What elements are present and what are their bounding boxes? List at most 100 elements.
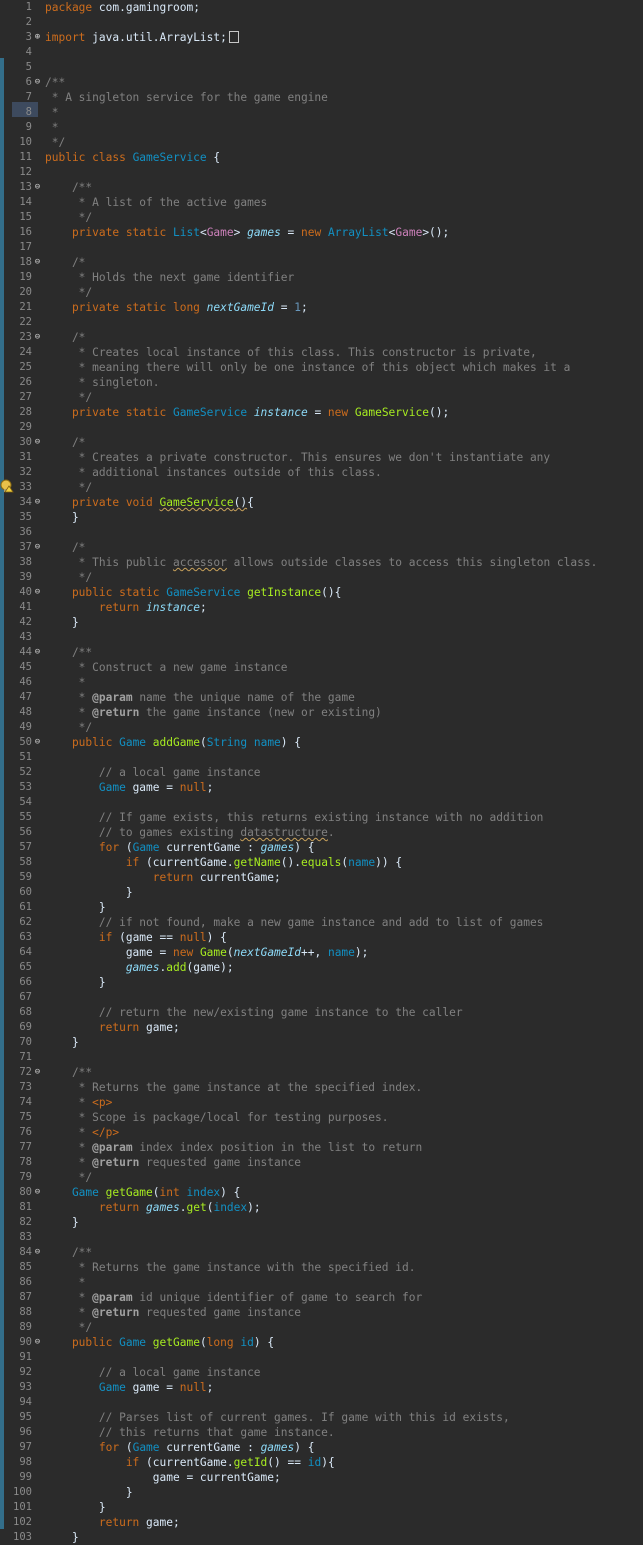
line-code[interactable]: * Creates a private constructor. This en… bbox=[45, 450, 551, 465]
code-line[interactable]: 101 } bbox=[0, 1500, 643, 1515]
code-line[interactable]: 103 } bbox=[0, 1530, 643, 1545]
code-line[interactable]: 48 * @return the game instance (new or e… bbox=[0, 705, 643, 720]
line-code[interactable]: // if not found, make a new game instanc… bbox=[45, 915, 544, 930]
code-line[interactable]: 60 } bbox=[0, 885, 643, 900]
line-code[interactable]: return games.get(index); bbox=[45, 1200, 261, 1215]
code-line[interactable]: 63 if (game == null) { bbox=[0, 930, 643, 945]
line-code[interactable]: return currentGame; bbox=[45, 870, 281, 885]
code-line[interactable]: 77 * @param index index position in the … bbox=[0, 1140, 643, 1155]
code-line[interactable]: 23 ⊖ /* bbox=[0, 330, 643, 345]
folded-region-marker[interactable] bbox=[228, 31, 239, 43]
code-line[interactable]: 61 } bbox=[0, 900, 643, 915]
code-line[interactable]: 62 // if not found, make a new game inst… bbox=[0, 915, 643, 930]
line-code[interactable]: */ bbox=[45, 570, 92, 585]
code-line[interactable]: 32 * additional instances outside of thi… bbox=[0, 465, 643, 480]
line-code[interactable]: * additional instances outside of this c… bbox=[45, 465, 382, 480]
collapse-fold-icon[interactable]: ⊖ bbox=[33, 588, 42, 597]
collapse-fold-icon[interactable]: ⊖ bbox=[33, 648, 42, 657]
line-code[interactable]: } bbox=[45, 1485, 133, 1500]
line-code[interactable]: // Parses list of current games. If game… bbox=[45, 1410, 510, 1425]
line-code[interactable]: */ bbox=[45, 1170, 92, 1185]
collapse-fold-icon[interactable]: ⊖ bbox=[33, 738, 42, 747]
code-line[interactable]: 41 return instance; bbox=[0, 600, 643, 615]
code-line[interactable]: 8 * bbox=[0, 105, 643, 120]
line-code[interactable]: for (Game currentGame : games) { bbox=[45, 1440, 315, 1455]
line-code[interactable]: * meaning there will only be one instanc… bbox=[45, 360, 571, 375]
code-line[interactable]: 25 * meaning there will only be one inst… bbox=[0, 360, 643, 375]
code-line[interactable]: 40 ⊖ public static GameService getInstanc… bbox=[0, 585, 643, 600]
code-line[interactable]: 81 return games.get(index); bbox=[0, 1200, 643, 1215]
line-code[interactable]: } bbox=[45, 615, 79, 630]
code-line[interactable]: 94 bbox=[0, 1395, 643, 1410]
code-line[interactable]: 9 * bbox=[0, 120, 643, 135]
code-line[interactable]: 68 // return the new/existing game insta… bbox=[0, 1005, 643, 1020]
code-line[interactable]: 46 * bbox=[0, 675, 643, 690]
collapse-fold-icon[interactable]: ⊖ bbox=[33, 498, 42, 507]
code-line[interactable]: 45 * Construct a new game instance bbox=[0, 660, 643, 675]
line-code[interactable]: } bbox=[45, 1500, 106, 1515]
line-code[interactable]: * singleton. bbox=[45, 375, 160, 390]
line-code[interactable]: * This public accessor allows outside cl… bbox=[45, 555, 598, 570]
code-line[interactable]: 100 } bbox=[0, 1485, 643, 1500]
code-line[interactable]: 58 if (currentGame.getName().equals(name… bbox=[0, 855, 643, 870]
line-code[interactable]: * A singleton service for the game engin… bbox=[45, 90, 328, 105]
collapse-fold-icon[interactable]: ⊖ bbox=[33, 543, 42, 552]
code-line[interactable]: 11 public class GameService { bbox=[0, 150, 643, 165]
line-code[interactable]: return instance; bbox=[45, 600, 207, 615]
line-code[interactable]: /* bbox=[45, 330, 85, 345]
collapse-fold-icon[interactable]: ⊖ bbox=[33, 183, 42, 192]
code-line[interactable]: 75 * Scope is package/local for testing … bbox=[0, 1110, 643, 1125]
line-code[interactable]: /* bbox=[45, 255, 85, 270]
collapse-fold-icon[interactable]: ⊖ bbox=[33, 258, 42, 267]
code-line[interactable]: 21 private static long nextGameId = 1; bbox=[0, 300, 643, 315]
code-line[interactable]: 73 * Returns the game instance at the sp… bbox=[0, 1080, 643, 1095]
line-code[interactable]: // If game exists, this returns existing… bbox=[45, 810, 544, 825]
line-code[interactable]: Game game = null; bbox=[45, 780, 214, 795]
line-code[interactable]: /** bbox=[45, 1245, 92, 1260]
code-line[interactable]: 30 ⊖ /* bbox=[0, 435, 643, 450]
code-line[interactable]: 96 // this returns that game instance. bbox=[0, 1425, 643, 1440]
code-line[interactable]: 90 ⊖ public Game getGame(long id) { bbox=[0, 1335, 643, 1350]
code-line[interactable]: 85 * Returns the game instance with the … bbox=[0, 1260, 643, 1275]
code-line[interactable]: 93 Game game = null; bbox=[0, 1380, 643, 1395]
code-line[interactable]: 34 ⊖ private void GameService(){ bbox=[0, 495, 643, 510]
code-line[interactable]: 97 for (Game currentGame : games) { bbox=[0, 1440, 643, 1455]
line-code[interactable]: for (Game currentGame : games) { bbox=[45, 840, 315, 855]
code-line[interactable]: 3 ⊕ import java.util.ArrayList; bbox=[0, 30, 643, 45]
line-code[interactable]: game = new Game(nextGameId++, name); bbox=[45, 945, 369, 960]
line-code[interactable]: */ bbox=[45, 135, 65, 150]
code-line[interactable]: 2 bbox=[0, 15, 643, 30]
line-code[interactable]: /** bbox=[45, 180, 92, 195]
line-code[interactable]: games.add(game); bbox=[45, 960, 234, 975]
line-code[interactable]: // this returns that game instance. bbox=[45, 1425, 335, 1440]
line-code[interactable]: * Creates local instance of this class. … bbox=[45, 345, 537, 360]
code-line[interactable]: 67 bbox=[0, 990, 643, 1005]
line-code[interactable]: * A list of the active games bbox=[45, 195, 268, 210]
line-code[interactable]: /** bbox=[45, 1065, 92, 1080]
collapse-fold-icon[interactable]: ⊖ bbox=[33, 1068, 42, 1077]
line-code[interactable]: * bbox=[45, 675, 86, 690]
code-line[interactable]: 19 * Holds the next game identifier bbox=[0, 270, 643, 285]
code-line[interactable]: 99 game = currentGame; bbox=[0, 1470, 643, 1485]
code-line[interactable]: 38 * This public accessor allows outside… bbox=[0, 555, 643, 570]
code-line[interactable]: 78 * @return requested game instance bbox=[0, 1155, 643, 1170]
code-line[interactable]: 14 * A list of the active games bbox=[0, 195, 643, 210]
code-line[interactable]: 70 } bbox=[0, 1035, 643, 1050]
line-code[interactable]: public class GameService { bbox=[45, 150, 220, 165]
code-line[interactable]: 33 */ bbox=[0, 480, 643, 495]
line-code[interactable]: */ bbox=[45, 1320, 92, 1335]
collapse-fold-icon[interactable]: ⊖ bbox=[33, 1338, 42, 1347]
line-code[interactable]: private static List<Game> games = new Ar… bbox=[45, 225, 449, 240]
code-line[interactable]: 83 bbox=[0, 1230, 643, 1245]
code-line[interactable]: 55 // If game exists, this returns exist… bbox=[0, 810, 643, 825]
code-line[interactable]: 80 ⊖ Game getGame(int index) { bbox=[0, 1185, 643, 1200]
code-line[interactable]: 26 * singleton. bbox=[0, 375, 643, 390]
line-code[interactable]: } bbox=[45, 975, 106, 990]
code-line[interactable]: 20 */ bbox=[0, 285, 643, 300]
line-code[interactable]: private void GameService(){ bbox=[45, 495, 254, 510]
line-code[interactable]: Game game = null; bbox=[45, 1380, 214, 1395]
line-code[interactable]: */ bbox=[45, 480, 92, 495]
line-code[interactable]: * @return requested game instance bbox=[45, 1305, 301, 1320]
line-code[interactable]: } bbox=[45, 510, 79, 525]
code-line[interactable]: 22 bbox=[0, 315, 643, 330]
